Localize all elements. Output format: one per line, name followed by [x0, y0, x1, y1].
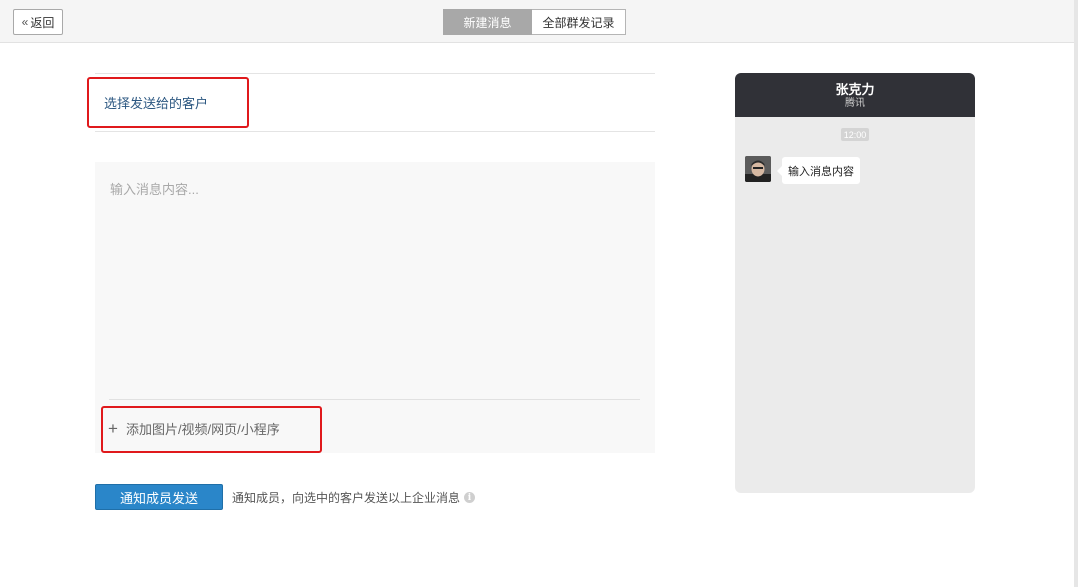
highlight-box-customer — [87, 77, 249, 128]
preview-sender-company: 腾讯 — [845, 98, 865, 109]
tab-all-records[interactable]: 全部群发记录 — [532, 9, 626, 35]
send-hint: 通知成员，向选中的客户发送以上企业消息 i — [232, 489, 476, 506]
info-icon[interactable]: i — [464, 492, 476, 503]
avatar-photo — [745, 156, 771, 182]
message-preview-phone: 张克力 腾讯 12:00 输入消息内容 — [735, 73, 975, 493]
preview-header: 张克力 腾讯 — [735, 73, 975, 117]
tab-group: 新建消息 全部群发记录 — [443, 9, 626, 35]
back-button[interactable]: « 返回 — [13, 9, 63, 35]
tab-new-message[interactable]: 新建消息 — [443, 9, 532, 35]
highlight-box-attachment — [101, 406, 322, 453]
preview-message-bubble: 输入消息内容 — [777, 157, 860, 184]
send-hint-text: 通知成员，向选中的客户发送以上企业消息 — [232, 491, 461, 505]
notify-send-button[interactable]: 通知成员发送 — [95, 484, 223, 510]
avatar — [745, 156, 771, 182]
section-divider-bottom — [95, 131, 655, 132]
preview-time-badge: 12:00 — [841, 128, 869, 141]
back-button-label: 返回 — [30, 15, 55, 30]
window-edge — [1074, 0, 1078, 587]
double-chevron-left-icon: « — [21, 15, 29, 29]
message-input[interactable] — [95, 162, 655, 398]
editor-divider — [109, 399, 640, 400]
preview-sender-name: 张克力 — [835, 82, 875, 97]
section-divider-top — [95, 73, 655, 74]
